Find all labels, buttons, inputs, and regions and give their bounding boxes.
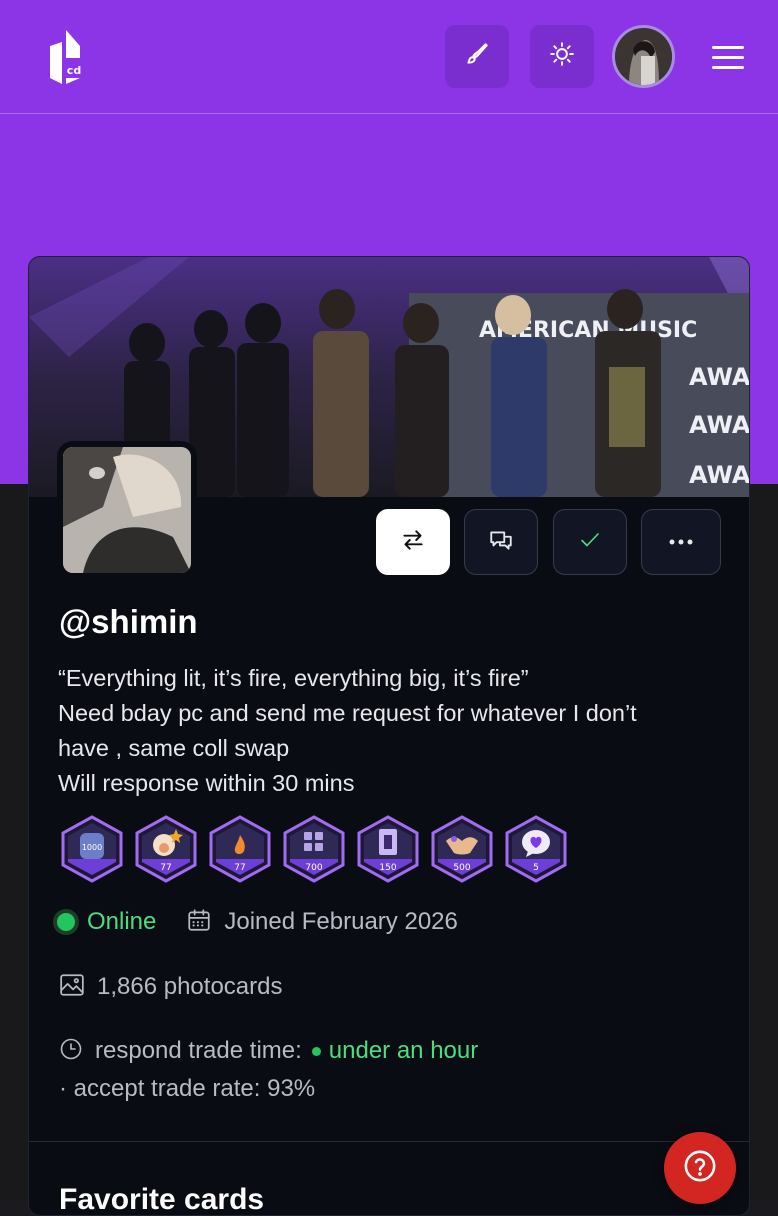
bio-line: have , same coll swap [58, 735, 290, 761]
badge-label: 1000 [82, 843, 102, 852]
top-navigation-bar: cd [0, 0, 778, 114]
hamburger-menu-button[interactable] [708, 40, 748, 74]
bio-line: Will response within 30 mins [58, 770, 355, 796]
badge-label: 700 [305, 863, 322, 873]
image-icon [59, 973, 85, 1002]
profile-card: AMERICAN MUSIC AWARDS AWARDS AWARDS [28, 256, 750, 1216]
badge-label: 77 [234, 863, 245, 873]
badge-label: 77 [160, 863, 171, 873]
respond-time-row: respond trade time: under an hour [59, 1035, 478, 1067]
hamburger-menu-icon [708, 46, 748, 78]
chat-bubbles-icon [488, 527, 514, 558]
respond-indicator-icon [311, 1046, 321, 1056]
message-button[interactable] [464, 509, 538, 575]
checkmark-icon [578, 528, 602, 557]
banner-text-3: AWARDS [689, 411, 750, 439]
accept-rate-row: · accept trade rate: 93% [59, 1073, 315, 1105]
profile-picture[interactable] [57, 441, 197, 579]
calendar-icon [186, 907, 212, 938]
verify-button[interactable] [553, 509, 627, 575]
paintbrush-icon [464, 41, 490, 72]
respond-label: respond trade time: [95, 1037, 302, 1064]
banner-text-4: AWARDS [689, 461, 750, 489]
joined-date: Joined February 2026 [224, 908, 458, 935]
status-row: Online Joined February 2026 [53, 905, 458, 939]
trade-button[interactable] [376, 509, 450, 575]
question-mark-icon [683, 1149, 717, 1188]
banner-text-2: AWARDS [689, 363, 750, 391]
badge-trophy-1000[interactable]: 1000 [60, 815, 124, 883]
customize-button[interactable] [445, 25, 509, 88]
more-dots-icon [668, 533, 694, 551]
badge-handshake-500[interactable]: 500 [430, 815, 494, 883]
online-status: Online [87, 908, 157, 935]
sun-icon [549, 41, 575, 72]
username: @shimin [59, 603, 198, 640]
badge-egg-77[interactable]: 77 [134, 815, 198, 883]
photocards-count-row: 1,866 photocards [59, 971, 282, 1003]
badge-label: 500 [453, 863, 470, 873]
bio-line: “Everything lit, it’s fire, everything b… [58, 665, 529, 691]
badge-label: 150 [379, 863, 396, 873]
profile-bio: “Everything lit, it’s fire, everything b… [58, 661, 728, 801]
logo-text: cd [67, 64, 81, 77]
bio-line: Need bday pc and send me request for wha… [58, 700, 637, 726]
badge-heart-5[interactable]: 5 [504, 815, 568, 883]
more-options-button[interactable] [641, 509, 721, 575]
badge-photocard-150[interactable]: 150 [356, 815, 420, 883]
badge-flame-77[interactable]: 77 [208, 815, 272, 883]
divider [29, 1141, 749, 1142]
clock-icon [59, 1037, 83, 1066]
badge-label: 5 [533, 863, 539, 873]
photocards-count: 1,866 photocards [97, 973, 283, 1000]
help-button[interactable] [664, 1132, 736, 1204]
site-logo[interactable]: cd [44, 28, 84, 86]
online-indicator-icon [53, 909, 79, 935]
respond-value: under an hour [328, 1037, 479, 1064]
accept-rate: · accept trade rate: 93% [59, 1075, 316, 1102]
theme-toggle-button[interactable] [530, 25, 594, 88]
badge-cards-700[interactable]: 700 [282, 815, 346, 883]
user-avatar[interactable] [612, 25, 675, 88]
swap-arrows-icon [400, 527, 426, 558]
